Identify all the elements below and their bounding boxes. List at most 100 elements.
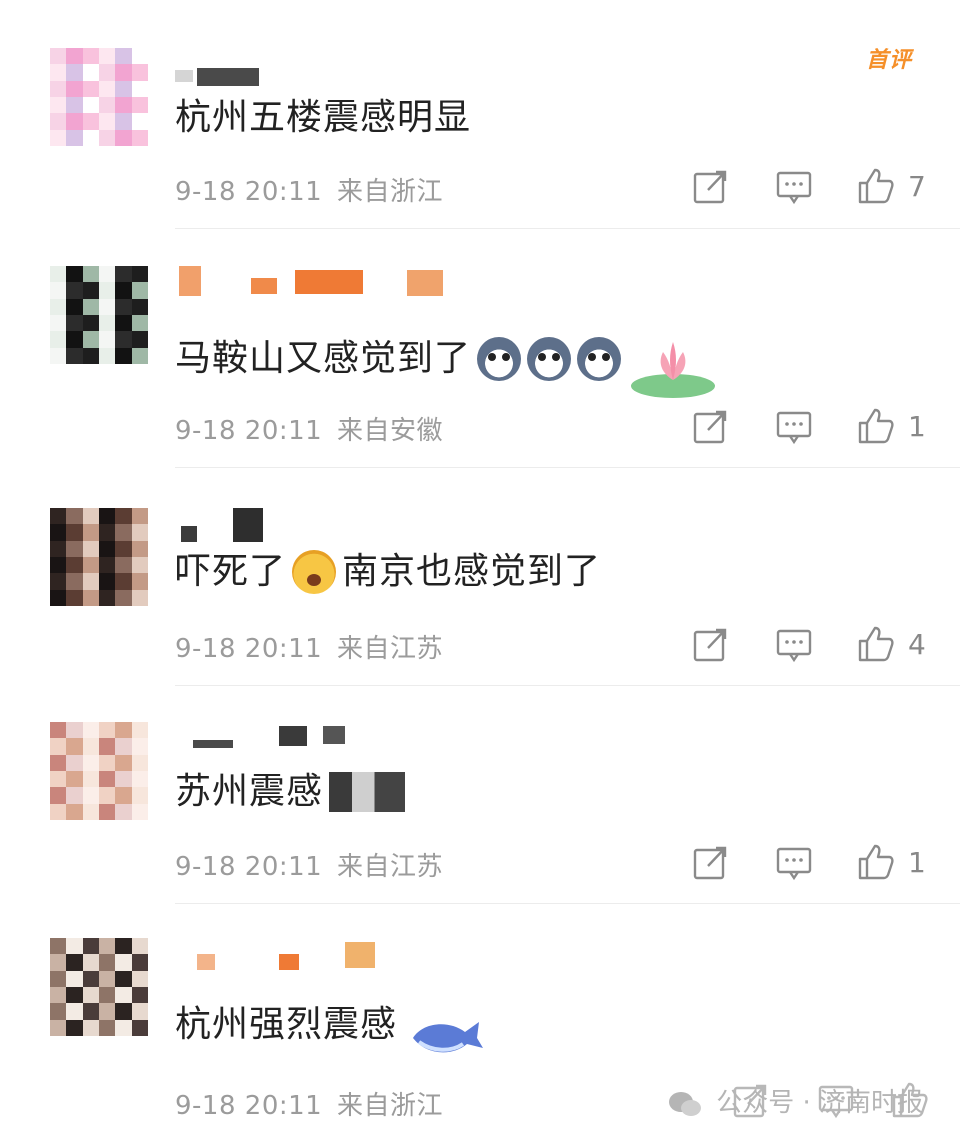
- avatar-pixel: [131, 771, 148, 788]
- avatar-pixel: [50, 540, 67, 557]
- avatar-pixel: [50, 987, 67, 1004]
- avatar-pixel: [131, 129, 148, 146]
- username-redacted[interactable]: [175, 938, 475, 970]
- comment-icon[interactable]: [774, 624, 814, 664]
- like-thumb-icon[interactable]: [856, 166, 896, 206]
- avatar-pixel: [115, 347, 132, 364]
- avatar-pixel: [99, 524, 116, 541]
- avatar-pixel: [50, 298, 67, 315]
- avatar-pixel: [66, 557, 83, 574]
- share-icon[interactable]: [690, 842, 730, 882]
- avatar-pixel: [82, 954, 99, 971]
- avatar-pixel: [131, 347, 148, 364]
- share-icon[interactable]: [690, 166, 730, 206]
- avatar-pixel: [82, 738, 99, 755]
- avatar[interactable]: [50, 938, 148, 1036]
- comment-text-body: 杭州强烈震感: [175, 1004, 398, 1045]
- comment-meta: 9-18 20:11 来自浙江: [175, 171, 443, 208]
- avatar-pixel: [82, 331, 99, 348]
- avatar-pixel: [99, 1003, 116, 1020]
- avatar-pixel: [50, 64, 67, 81]
- avatar-pixel: [82, 787, 99, 804]
- avatar-pixel: [99, 540, 116, 557]
- avatar-pixel: [82, 97, 99, 114]
- avatar-pixel: [66, 771, 83, 788]
- share-icon[interactable]: [690, 624, 730, 664]
- avatar-pixel: [66, 987, 83, 1004]
- avatar-pixel: [99, 48, 116, 65]
- avatar-pixel: [131, 508, 148, 525]
- avatar-pixel: [99, 266, 116, 283]
- avatar-pixel: [82, 754, 99, 771]
- avatar-pixel: [82, 129, 99, 146]
- avatar-pixel: [82, 557, 99, 574]
- avatar-pixel: [99, 938, 116, 955]
- avatar-pixel: [66, 1003, 83, 1020]
- comment-actions: 4: [690, 624, 940, 668]
- username-redacted[interactable]: [175, 64, 475, 94]
- share-icon[interactable]: [690, 406, 730, 446]
- avatar-pixel: [115, 557, 132, 574]
- avatar-pixel: [66, 129, 83, 146]
- comment-text-body: 苏州震感: [175, 771, 324, 812]
- username-redacted[interactable]: [175, 266, 475, 296]
- avatar-pixel: [99, 970, 116, 987]
- avatar-pixel: [99, 722, 116, 739]
- avatar-pixel: [66, 80, 83, 97]
- mind-blown-emoji-icon: [292, 550, 337, 594]
- avatar-pixel: [99, 315, 116, 332]
- lotus-decoration-icon: [631, 342, 716, 398]
- avatar-pixel: [99, 97, 116, 114]
- avatar-pixel: [50, 787, 67, 804]
- wechat-icon: [669, 1091, 701, 1116]
- avatar[interactable]: [50, 508, 148, 606]
- comment-text-body: 南京也感觉到了: [342, 551, 602, 592]
- avatar-pixel: [131, 540, 148, 557]
- avatar-pixel: [131, 331, 148, 348]
- avatar-pixel: [82, 589, 99, 606]
- comment-text-body: 吓死了: [175, 551, 287, 592]
- avatar-pixel: [66, 282, 83, 299]
- avatar-pixel: [115, 64, 132, 81]
- avatar-pixel: [50, 508, 67, 525]
- avatar-pixel: [115, 738, 132, 755]
- comment-text-body: 马鞍山又感觉到了: [175, 338, 472, 379]
- avatar-pixel: [66, 722, 83, 739]
- avatar-pixel: [50, 129, 67, 146]
- avatar[interactable]: [50, 722, 148, 820]
- avatar-pixel: [66, 970, 83, 987]
- avatar-pixel: [115, 771, 132, 788]
- avatar-pixel: [50, 722, 67, 739]
- avatar-pixel: [66, 787, 83, 804]
- avatar-pixel: [115, 540, 132, 557]
- watermark-text: 公众号 · 济南时报: [716, 1088, 924, 1118]
- comment-meta: 9-18 20:11 来自安徽: [175, 410, 443, 447]
- avatar-pixel: [131, 787, 148, 804]
- avatar-pixel: [82, 987, 99, 1004]
- husky-emoji-icon: [527, 337, 572, 381]
- avatar-pixel: [99, 954, 116, 971]
- like-thumb-icon[interactable]: [856, 842, 896, 882]
- avatar-pixel: [131, 803, 148, 820]
- username-redacted[interactable]: [175, 508, 475, 542]
- avatar-pixel: [99, 64, 116, 81]
- comment-location: 来自浙江: [336, 177, 443, 207]
- avatar-pixel: [82, 540, 99, 557]
- avatar-pixel: [99, 282, 116, 299]
- avatar-pixel: [82, 347, 99, 364]
- avatar-pixel: [66, 331, 83, 348]
- avatar-pixel: [115, 315, 132, 332]
- avatar-pixel: [115, 938, 132, 955]
- like-thumb-icon[interactable]: [856, 406, 896, 446]
- avatar[interactable]: [50, 48, 148, 146]
- like-thumb-icon[interactable]: [856, 624, 896, 664]
- comment-actions: 1: [690, 406, 940, 450]
- username-redacted[interactable]: [175, 722, 475, 752]
- avatar-pixel: [82, 524, 99, 541]
- avatar-pixel: [66, 738, 83, 755]
- comment-icon[interactable]: [774, 166, 814, 206]
- comment-icon[interactable]: [774, 406, 814, 446]
- avatar-pixel: [50, 266, 67, 283]
- comment-icon[interactable]: [774, 842, 814, 882]
- avatar[interactable]: [50, 266, 148, 364]
